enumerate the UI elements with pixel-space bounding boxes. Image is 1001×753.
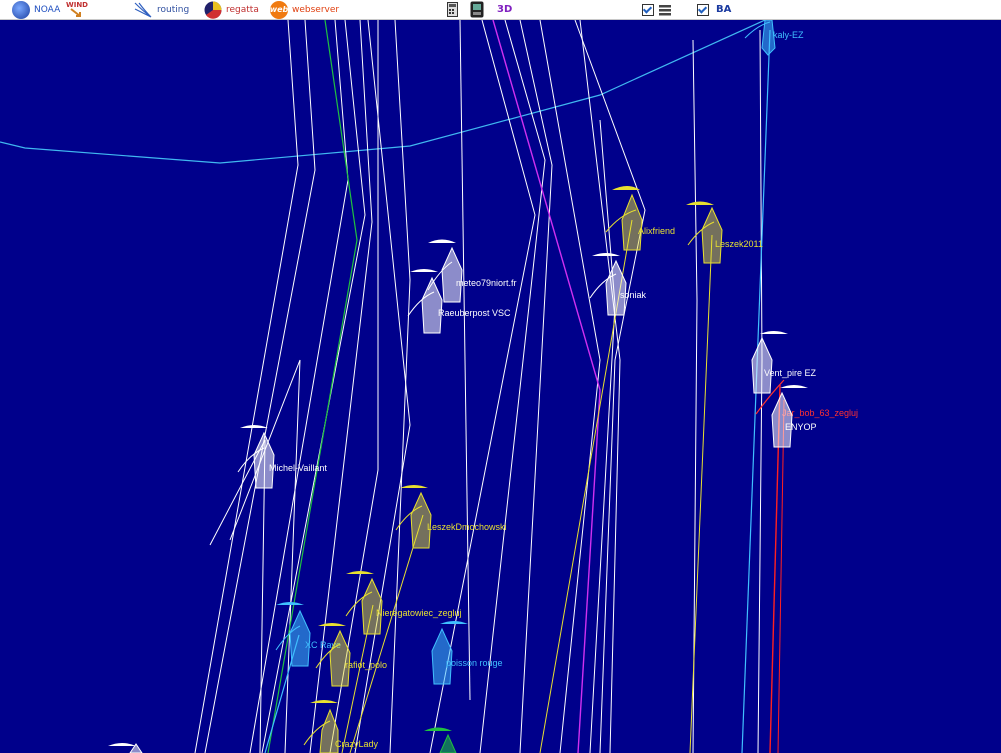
boat-leszek2011[interactable]: Leszek2011 [686,201,763,264]
boat-soniak[interactable]: soniak [589,253,647,316]
boat-leszekdmochowski[interactable]: LeszekDmochowski [395,485,507,549]
noaa-button[interactable]: NOAA [12,0,60,19]
webserver-button[interactable]: web webserver [270,0,339,19]
boat-jar-bob[interactable]: Jar_bob_63_zegluj [755,379,858,418]
ba-checkbox[interactable] [697,3,709,16]
boat-poisson-rouge[interactable]: poisson rouge [431,621,503,685]
top-toolbar: NOAA WIND routing regatta web webserver [0,0,1001,20]
boat-label: Jar_bob_63_zegluj [782,408,858,418]
boat-label: soniak [620,290,647,300]
boat-label: CrazyLady [335,739,379,749]
boat-michel-vaillant[interactable]: Michel-Vaillant [237,425,327,489]
device-button[interactable] [470,0,484,19]
boat-label: rafiot_polo [345,660,387,670]
layers-toggle[interactable] [642,0,672,19]
boat-label: Alixfriend [638,226,675,236]
view-3d-label: 3D [497,4,513,15]
boat-vent-pire-ez[interactable]: Vent_pire EZ [751,331,817,394]
routing-button[interactable]: routing [133,0,189,19]
calculator-icon [447,2,458,17]
ba-toggle[interactable]: BA [697,0,731,19]
boat-alixfriend[interactable]: Alixfriend [605,186,675,251]
regatta-button[interactable]: regatta [204,0,259,19]
noaa-label: NOAA [34,4,61,15]
layers-icon [659,4,671,15]
ba-label: BA [716,4,732,15]
boat-label: ENYOP [785,422,817,432]
view-3d-button[interactable]: 3D [497,0,512,19]
calculator-button[interactable] [447,0,458,19]
regatta-label: regatta [226,4,259,15]
boat-label: meteo79niort.fr [456,278,517,288]
boat-label: kaly-EZ [773,30,804,40]
webserver-icon: web [270,0,288,19]
boat-label: Leszek2011 [715,239,763,249]
boat-nieregatowiec[interactable]: Nieregatowiec_zegluj [345,571,462,635]
noaa-compass-icon [12,0,30,19]
layers-checkbox[interactable] [642,3,654,16]
boat-label: Michel-Vaillant [269,463,327,473]
boat-label: Raeuberpost VSC [438,308,511,318]
routing-label: routing [157,4,190,15]
route-tracks [194,20,763,753]
boat-label: poisson rouge [446,658,503,668]
regatta-map[interactable]: kaly-EZ Alixfriend Leszek2011 meteo79nio… [0,20,1001,753]
boat-meteo79niort[interactable]: meteo79niort.fr [427,239,517,303]
phone-icon [470,1,484,18]
boat-partial-white[interactable] [108,743,143,753]
boat-label: Vent_pire EZ [764,368,817,378]
wind-arrow-icon [70,8,81,17]
zone-boundary-line [0,20,766,164]
routing-icon [134,2,152,18]
track-purple [492,20,601,753]
regatta-icon [204,1,222,19]
boat-label: LeszekDmochowski [427,522,507,532]
boat-label: Nieregatowiec_zegluj [376,608,462,618]
webserver-label: webserver [292,4,340,15]
wind-button[interactable]: WIND [66,0,88,19]
boat-partial-green[interactable] [424,727,457,753]
track-red-2 [777,399,785,753]
